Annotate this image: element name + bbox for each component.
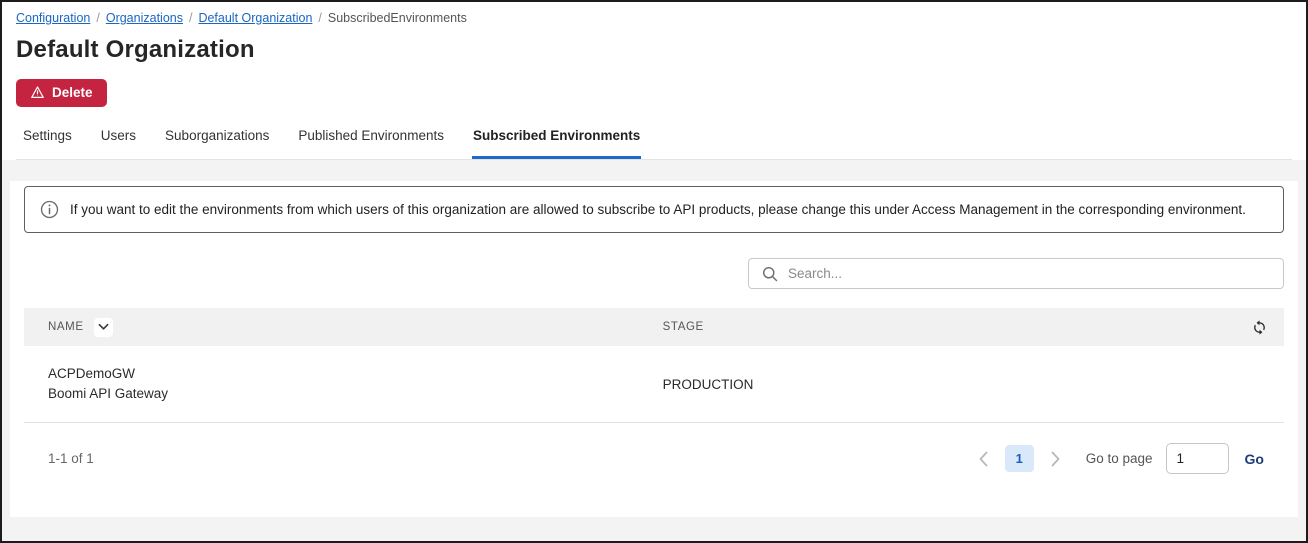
tab-settings[interactable]: Settings	[22, 124, 73, 159]
previous-page-button[interactable]	[975, 449, 992, 469]
results-summary: 1-1 of 1	[48, 451, 94, 466]
breadcrumb-subscribed-environments: SubscribedEnvironments	[327, 11, 467, 25]
environment-gateway: Boomi API Gateway	[48, 386, 169, 401]
breadcrumb-separator: /	[188, 11, 193, 25]
table-footer: 1-1 of 1 1 Go to page 1 Go	[24, 423, 1284, 494]
search-box[interactable]	[748, 258, 1284, 289]
tab-bar: Settings Users Suborganizations Publishe…	[16, 124, 1292, 160]
refresh-icon	[1251, 319, 1268, 336]
breadcrumb: Configuration / Organizations / Default …	[16, 11, 1292, 25]
page-number-button[interactable]: 1	[1004, 445, 1034, 472]
chevron-right-icon	[1051, 451, 1060, 467]
chevron-down-icon	[98, 323, 109, 331]
sort-name-button[interactable]	[93, 317, 113, 337]
info-banner-text: If you want to edit the environments fro…	[70, 202, 1246, 217]
tab-users[interactable]: Users	[100, 124, 137, 159]
pagination: 1 Go to page Go	[975, 443, 1264, 474]
go-to-page-label: Go to page	[1085, 451, 1153, 466]
breadcrumb-configuration[interactable]: Configuration	[16, 11, 90, 25]
tab-suborganizations[interactable]: Suborganizations	[164, 124, 270, 159]
column-header-name: NAME	[48, 321, 84, 333]
table-header-row: NAME STAGE	[24, 308, 1284, 346]
breadcrumb-separator: /	[96, 11, 100, 25]
page-title: Default Organization	[16, 36, 255, 63]
info-icon	[40, 198, 59, 219]
breadcrumb-default-organization[interactable]: Default Organization	[198, 11, 312, 25]
go-to-page-input[interactable]	[1165, 443, 1229, 474]
column-header-stage: STAGE	[662, 321, 704, 333]
environments-table: NAME STAGE ACPDemoGW Boomi API Gateway P…	[24, 308, 1284, 494]
page-header: Configuration / Organizations / Default …	[2, 2, 1306, 160]
next-page-button[interactable]	[1047, 449, 1064, 469]
subscribed-environments-panel: If you want to edit the environments fro…	[10, 181, 1298, 517]
chevron-left-icon	[979, 451, 988, 467]
search-input[interactable]	[788, 266, 1271, 281]
environment-stage: PRODUCTION	[662, 376, 754, 392]
tab-published-environments[interactable]: Published Environments	[297, 124, 445, 159]
search-row	[24, 258, 1284, 289]
table-row[interactable]: ACPDemoGW Boomi API Gateway PRODUCTION	[24, 346, 1284, 423]
refresh-button[interactable]	[1248, 316, 1270, 338]
environment-name: ACPDemoGW	[48, 366, 136, 381]
warning-triangle-icon	[30, 85, 45, 100]
content-area: If you want to edit the environments fro…	[2, 160, 1306, 517]
tab-subscribed-environments[interactable]: Subscribed Environments	[471, 124, 642, 159]
delete-button-label: Delete	[52, 85, 93, 100]
delete-button[interactable]: Delete	[16, 79, 107, 107]
search-icon	[761, 265, 779, 283]
info-banner: If you want to edit the environments fro…	[24, 186, 1284, 233]
go-button[interactable]: Go	[1245, 451, 1264, 467]
breadcrumb-separator: /	[318, 11, 322, 25]
breadcrumb-organizations[interactable]: Organizations	[106, 11, 183, 25]
